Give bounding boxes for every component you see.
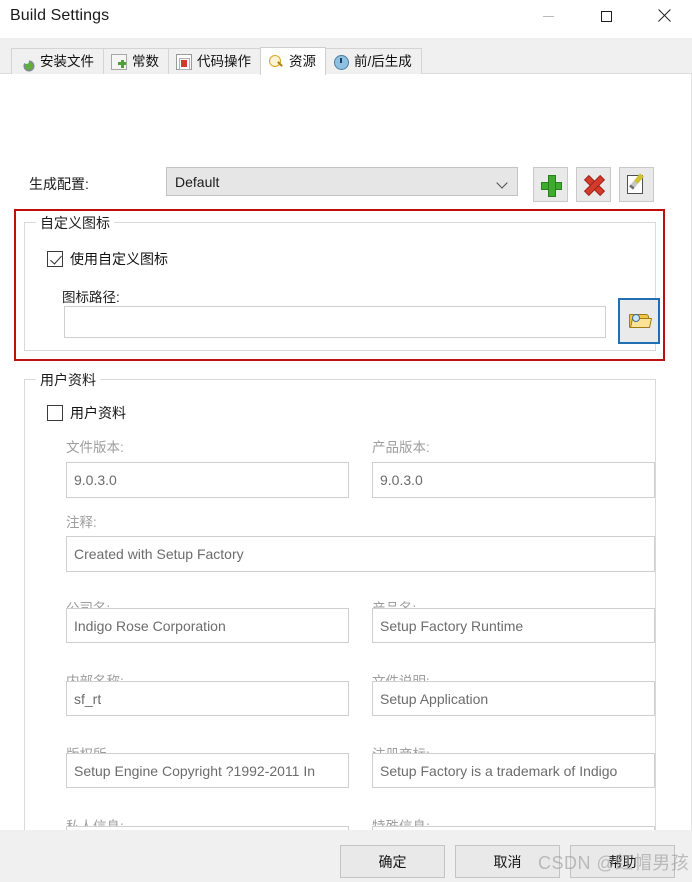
product-version-label: 产品版本: <box>372 440 430 455</box>
user-data-group-title: 用户资料 <box>36 370 100 390</box>
gear-pencil-icon <box>19 54 35 70</box>
trademark-value: Setup Factory is a trademark of Indigo <box>380 762 618 779</box>
cancel-button[interactable]: 取消 <box>455 845 560 878</box>
build-config-label: 生成配置: <box>29 176 89 192</box>
tab-label: 代码操作 <box>197 54 251 70</box>
user-data-label: 用户资料 <box>70 405 126 421</box>
delete-config-button[interactable] <box>576 167 611 202</box>
close-icon <box>657 9 671 23</box>
file-version-value: 9.0.3.0 <box>74 472 117 488</box>
document-plus-icon <box>111 54 127 70</box>
tab-strip: 安装文件 常数 代码操作 资源 前/后生成 <box>0 38 692 75</box>
comments-input[interactable]: Created with Setup Factory <box>66 536 655 572</box>
tab-install-files[interactable]: 安装文件 <box>11 48 104 75</box>
product-version-value: 9.0.3.0 <box>380 472 423 488</box>
tab-label: 前/后生成 <box>354 54 412 70</box>
ok-button[interactable]: 确定 <box>340 845 445 878</box>
dialog-footer: 确定 取消 帮助 <box>0 830 692 882</box>
custom-icon-highlight-annotation <box>14 209 665 361</box>
script-document-icon <box>176 54 192 70</box>
build-settings-dialog: Build Settings 安装文件 常数 代码操作 资源 前/后生成 生成配… <box>0 0 692 882</box>
build-config-value: Default <box>175 173 220 190</box>
tab-constants[interactable]: 常数 <box>103 48 169 75</box>
user-data-checkbox[interactable]: 用户资料 <box>47 405 126 421</box>
tab-label: 常数 <box>132 54 159 70</box>
chevron-down-icon <box>496 177 508 189</box>
internal-name-input[interactable]: sf_rt <box>66 681 349 716</box>
file-version-label: 文件版本: <box>66 440 124 455</box>
file-description-value: Setup Application <box>380 690 489 707</box>
title-bar: Build Settings <box>0 0 692 38</box>
tab-label: 安装文件 <box>40 54 94 70</box>
product-name-input[interactable]: Setup Factory Runtime <box>372 608 655 643</box>
company-name-input[interactable]: Indigo Rose Corporation <box>66 608 349 643</box>
comments-value: Created with Setup Factory <box>74 546 244 562</box>
resources-panel: 生成配置: Default 自定义图标 使用自定义图标 图标路径: 用户资料 用… <box>0 74 692 874</box>
tab-pre-post-build[interactable]: 前/后生成 <box>325 48 422 75</box>
tab-label: 资源 <box>289 53 316 69</box>
help-button[interactable]: 帮助 <box>570 845 675 878</box>
comments-label: 注释: <box>66 515 97 530</box>
maximize-button[interactable] <box>583 0 629 32</box>
window-title: Build Settings <box>10 7 110 24</box>
edit-config-button[interactable] <box>619 167 654 202</box>
product-version-input[interactable]: 9.0.3.0 <box>372 462 655 498</box>
add-config-button[interactable] <box>533 167 568 202</box>
product-name-value: Setup Factory Runtime <box>380 617 524 634</box>
minimize-icon <box>542 15 554 17</box>
close-button[interactable] <box>641 0 687 32</box>
minimize-button[interactable] <box>525 0 571 32</box>
tab-resources[interactable]: 资源 <box>260 47 326 75</box>
trademark-input[interactable]: Setup Factory is a trademark of Indigo <box>372 753 655 788</box>
copyright-value: Setup Engine Copyright ?1992-2011 In <box>74 762 316 779</box>
build-config-select[interactable]: Default <box>166 167 518 196</box>
checkbox-unchecked-icon <box>47 405 63 421</box>
internal-name-value: sf_rt <box>74 690 102 707</box>
tab-code-actions[interactable]: 代码操作 <box>168 48 261 75</box>
copyright-input[interactable]: Setup Engine Copyright ?1992-2011 In <box>66 753 349 788</box>
maximize-icon <box>600 10 612 22</box>
company-name-value: Indigo Rose Corporation <box>74 617 226 634</box>
file-version-input[interactable]: 9.0.3.0 <box>66 462 349 498</box>
file-description-input[interactable]: Setup Application <box>372 681 655 716</box>
clock-globe-icon <box>333 54 349 70</box>
magnifier-icon <box>268 54 284 70</box>
